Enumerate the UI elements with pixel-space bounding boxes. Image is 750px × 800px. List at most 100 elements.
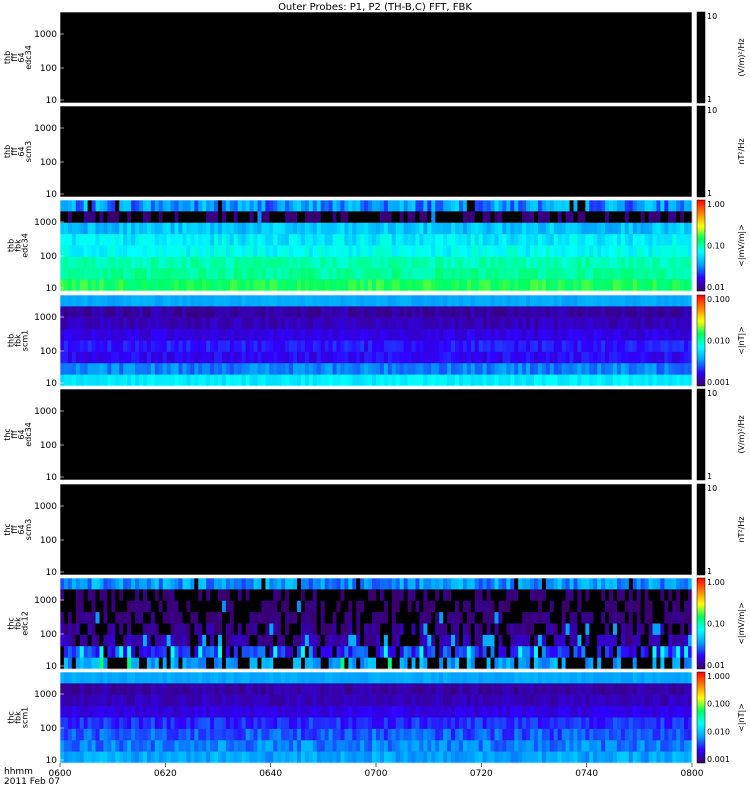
spectrogram-cell — [257, 295, 262, 307]
spectrogram-cell — [518, 634, 523, 647]
spectrogram-cell — [676, 256, 681, 269]
spectrogram-cell — [214, 600, 219, 613]
spectrogram-cell — [221, 351, 227, 364]
spectrogram-cell — [403, 268, 408, 280]
spectrogram-cell — [403, 245, 408, 258]
spectrogram-cell — [530, 634, 535, 647]
spectrogram-cell — [316, 200, 322, 212]
spectrogram-cell — [672, 717, 677, 730]
spectrogram-cell — [672, 694, 677, 707]
spectrogram-cell — [379, 329, 385, 341]
spectrogram-cell — [123, 211, 128, 224]
spectrogram-cell — [277, 578, 282, 590]
spectrogram-cell — [273, 623, 278, 636]
spectrogram-cell — [297, 683, 302, 696]
spectrogram-cell — [257, 211, 262, 224]
spectrogram-cell — [458, 672, 464, 684]
spectrogram-cell — [103, 657, 108, 670]
spectrogram-cell — [423, 222, 428, 235]
spectrogram-cell — [75, 612, 81, 624]
spectrogram-cell — [237, 578, 243, 590]
spectrogram-cell — [589, 578, 594, 590]
spectrogram-cell — [530, 578, 535, 590]
spectrogram-cell — [530, 200, 535, 212]
spectrogram-cell — [364, 351, 369, 364]
spectrogram-cell — [474, 589, 480, 602]
spectrogram-cell — [265, 612, 270, 624]
spectrogram-cell — [561, 589, 566, 602]
spectrogram-cell — [162, 657, 168, 670]
spectrogram-cell — [482, 717, 487, 730]
spectrogram-cell — [202, 200, 207, 212]
spectrogram-cell — [194, 222, 199, 235]
spectrogram-cell — [506, 211, 511, 224]
spectrogram-cell — [664, 211, 669, 224]
spectrogram-cell — [293, 200, 298, 212]
spectrogram-cell — [344, 612, 349, 624]
spectrogram-cell — [95, 279, 100, 292]
spectrogram-cell — [419, 200, 424, 212]
spectrogram-cell — [277, 374, 282, 387]
spectrogram-cell — [458, 222, 464, 235]
spectrogram-cell — [387, 728, 393, 741]
spectrogram-cell — [435, 634, 440, 647]
spectrogram-cell — [336, 306, 341, 319]
spectrogram-cell — [636, 256, 642, 269]
spectrogram-cell — [514, 363, 519, 375]
spectrogram-cell — [636, 623, 642, 636]
spectrogram-cell — [67, 234, 73, 246]
spectrogram-cell — [332, 717, 337, 730]
spectrogram-cell — [178, 646, 183, 658]
spectrogram-cell — [324, 600, 329, 613]
spectrogram-cell — [435, 694, 440, 707]
spectrogram-cell — [577, 672, 582, 684]
spectrogram-cell — [285, 317, 290, 330]
spectrogram-cell — [174, 706, 179, 718]
spectrogram-cell — [277, 234, 282, 246]
colorbar-tick-label: 1 — [707, 472, 712, 481]
spectrogram-cell — [573, 256, 578, 269]
spectrogram-cell — [87, 374, 92, 387]
spectrogram-cell — [577, 646, 582, 658]
spectrogram-cell — [83, 234, 89, 246]
spectrogram-cell — [131, 612, 136, 624]
spectrogram-cell — [229, 279, 235, 292]
spectrogram-cell — [225, 612, 231, 624]
spectrogram-cell — [439, 589, 444, 602]
spectrogram-cell — [198, 295, 203, 307]
spectrogram-cell — [435, 222, 440, 235]
spectrogram-cell — [368, 306, 373, 319]
spectrogram-cell — [158, 706, 164, 718]
spectrogram-cell — [395, 268, 401, 280]
spectrogram-cell — [482, 268, 487, 280]
spectrogram-cell — [257, 717, 262, 730]
spectrogram-cell — [368, 589, 373, 602]
spectrogram-cell — [624, 683, 630, 696]
spectrogram-cell — [451, 578, 456, 590]
spectrogram-cell — [174, 200, 179, 212]
spectrogram-cell — [518, 589, 523, 602]
spectrogram-cell — [553, 245, 559, 258]
spectrogram-cell — [455, 329, 460, 341]
spectrogram-cell — [210, 600, 215, 613]
spectrogram-cell — [490, 268, 495, 280]
spectrogram-cell — [494, 329, 499, 341]
spectrogram-cell — [139, 623, 144, 636]
spectrogram-cell — [549, 234, 555, 246]
spectrogram-cell — [498, 306, 503, 319]
spectrogram-cell — [229, 646, 235, 658]
spectrogram-cell — [684, 306, 689, 319]
spectrogram-cell — [545, 646, 551, 658]
spectrogram-cell — [565, 600, 570, 613]
spectrogram-cell — [210, 683, 215, 696]
spectrogram-cell — [293, 256, 298, 269]
spectrogram-cell — [620, 683, 626, 696]
spectrogram-cell — [285, 306, 290, 319]
spectrogram-cell — [474, 268, 480, 280]
spectrogram-cell — [135, 740, 140, 752]
spectrogram-cell — [577, 363, 582, 375]
spectrogram-cell — [328, 589, 333, 602]
spectrogram-cell — [206, 363, 211, 375]
spectrogram-cell — [103, 279, 108, 292]
spectrogram-cell — [376, 256, 381, 269]
